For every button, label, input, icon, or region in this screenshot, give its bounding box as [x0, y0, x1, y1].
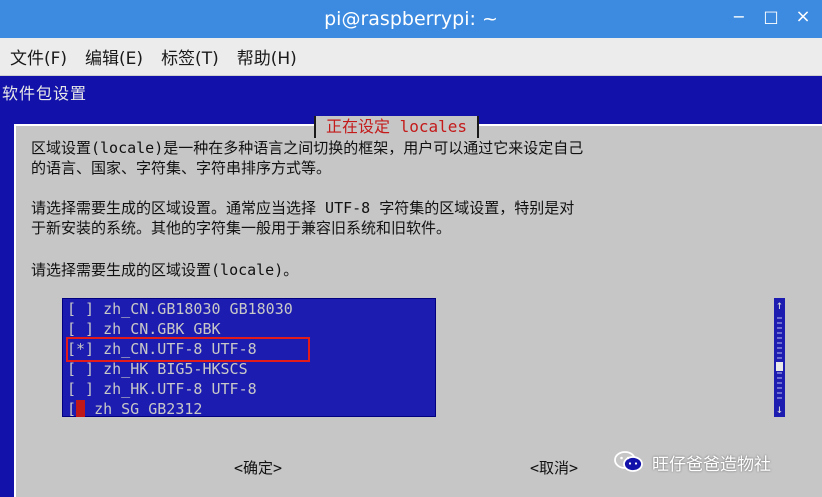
menu-edit[interactable]: 编辑(E) — [85, 44, 143, 69]
close-button[interactable]: × — [794, 8, 812, 26]
description-line-4: 于新安装的系统。其他的字符集一般用于兼容旧系统和旧软件。 — [31, 219, 452, 237]
selection-highlight — [66, 337, 310, 362]
locales-dialog: 正在设定 locales 区域设置(locale)是一种在多种语言之间切换的框架… — [14, 116, 822, 497]
checkbox[interactable]: [ — [67, 400, 86, 418]
list-item[interactable]: [ ] zh_CN.GB18030 GB18030 — [67, 299, 293, 319]
description-line-1: 区域设置(locale)是一种在多种语言之间切换的框架，用户可以通过它来设定自己 — [31, 139, 584, 157]
locale-label: zh_SG GB2312 — [94, 400, 203, 418]
locale-label: zh_HK BIG5-HKSCS — [103, 360, 248, 378]
locale-label: zh_CN.GBK GBK — [103, 320, 221, 338]
menu-tabs[interactable]: 标签(T) — [161, 44, 219, 69]
maximize-button[interactable]: □ — [762, 8, 780, 26]
text-cursor — [76, 400, 86, 417]
list-item[interactable]: [ ] zh_HK.UTF-8 UTF-8 — [67, 379, 257, 399]
checkbox-bracket: [ — [67, 400, 77, 418]
locale-label: zh_CN.GB18030 GB18030 — [103, 300, 293, 318]
scroll-thumb[interactable] — [776, 362, 783, 371]
locale-label: zh_HK.UTF-8 UTF-8 — [103, 380, 257, 398]
list-item[interactable]: [ ] zh_HK BIG5-HKSCS — [67, 359, 248, 379]
scroll-up-icon[interactable]: ↑ — [774, 298, 785, 312]
selection-prompt: 请选择需要生成的区域设置(locale)。 — [31, 261, 299, 279]
terminal-area[interactable]: 软件包设置 正在设定 locales 区域设置(locale)是一种在多种语言之… — [0, 76, 822, 497]
wechat-icon — [614, 451, 643, 472]
scroll-down-icon[interactable]: ↓ — [774, 402, 785, 416]
scroll-track[interactable] — [777, 314, 782, 400]
checkbox[interactable]: [ ] — [67, 300, 94, 318]
list-scrollbar[interactable]: ↑ ↓ — [774, 298, 785, 417]
watermark: 旺仔爸爸造物社 — [614, 449, 771, 475]
cancel-button[interactable]: <取消> — [530, 457, 578, 479]
description-line-2: 的语言、国家、字符集、字符串排序方式等。 — [31, 159, 332, 177]
minimize-button[interactable]: − — [730, 8, 748, 26]
menu-help[interactable]: 帮助(H) — [237, 44, 297, 69]
menubar: 文件(F) 编辑(E) 标签(T) 帮助(H) — [0, 38, 822, 76]
window-titlebar: pi@raspberrypi: ~ − □ × — [0, 0, 822, 38]
checkbox[interactable]: [ ] — [67, 320, 94, 338]
ok-button[interactable]: <确定> — [234, 457, 282, 479]
checkbox[interactable]: [ ] — [67, 380, 94, 398]
checkbox[interactable]: [ ] — [67, 360, 94, 378]
window-title: pi@raspberrypi: ~ — [324, 8, 498, 30]
dialog-backtitle: 软件包设置 — [2, 84, 88, 103]
menu-file[interactable]: 文件(F) — [10, 44, 67, 69]
description-line-3: 请选择需要生成的区域设置。通常应当选择 UTF-8 字符集的区域设置，特别是对 — [31, 199, 575, 217]
dialog-title: 正在设定 locales — [314, 116, 480, 138]
list-item[interactable]: [ ] zh_CN.GBK GBK — [67, 319, 221, 339]
window-controls: − □ × — [730, 8, 812, 26]
list-item[interactable]: [ zh_SG GB2312 — [67, 399, 202, 419]
watermark-text: 旺仔爸爸造物社 — [652, 454, 771, 475]
